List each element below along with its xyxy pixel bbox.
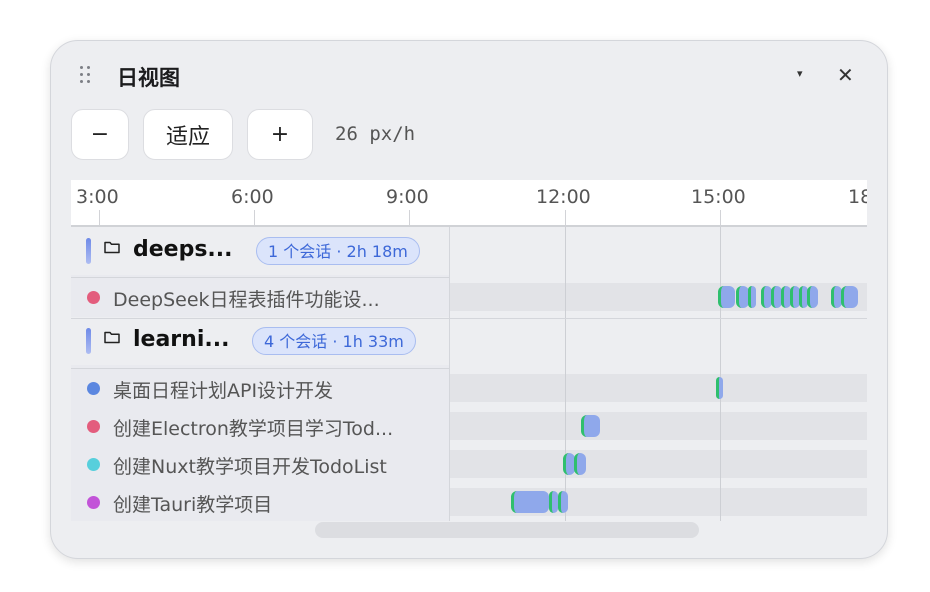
session-row[interactable]: 创建Nuxt教学项目开发TodoList xyxy=(71,445,450,483)
session-row[interactable]: 创建Electron教学项目学习Tod... xyxy=(71,407,450,445)
ruler-tick: 3:00 xyxy=(76,186,119,208)
session-color-dot xyxy=(87,496,100,509)
session-row[interactable]: 创建Tauri教学项目 xyxy=(71,483,450,521)
session-color-dot xyxy=(87,291,100,304)
group-divider xyxy=(71,318,867,319)
row-divider xyxy=(71,368,450,369)
session-title: 创建Tauri教学项目 xyxy=(113,494,273,516)
session-segment[interactable] xyxy=(718,286,735,308)
chevron-down-icon[interactable]: ▾ xyxy=(797,67,803,80)
project-group-header[interactable]: deeps... 1 个会话 · 2h 18m xyxy=(71,227,450,275)
group-accent xyxy=(86,238,91,264)
zoom-level-label: 26 px/h xyxy=(335,123,416,145)
ruler-tick: 15:00 xyxy=(691,186,746,208)
panel-title: 日视图 xyxy=(117,66,180,90)
ruler-tick: 12:00 xyxy=(536,186,591,208)
session-title: DeepSeek日程表插件功能设... xyxy=(113,289,380,311)
close-icon[interactable]: ✕ xyxy=(837,63,854,87)
ruler-tick: 9:00 xyxy=(386,186,429,208)
session-segment[interactable] xyxy=(581,415,600,437)
drag-handle-icon[interactable] xyxy=(79,65,93,85)
zoom-out-button[interactable]: − xyxy=(71,109,129,160)
project-name: learni... xyxy=(133,327,230,352)
hour-gridline xyxy=(720,227,721,521)
time-ruler: 3:00 6:00 9:00 12:00 15:00 18 xyxy=(71,180,867,226)
session-segment[interactable] xyxy=(511,491,549,513)
session-row[interactable]: DeepSeek日程表插件功能设... xyxy=(71,278,450,316)
day-view-panel: 日视图 ▾ ✕ − 适应 + 26 px/h 3:00 6:00 9:00 12… xyxy=(50,40,888,559)
session-segment[interactable] xyxy=(748,286,756,308)
session-title: 创建Nuxt教学项目开发TodoList xyxy=(113,456,387,478)
session-segment[interactable] xyxy=(807,286,818,308)
session-color-dot xyxy=(87,458,100,471)
session-count-badge: 1 个会话 · 2h 18m xyxy=(256,237,420,265)
ruler-tick: 18 xyxy=(848,186,867,208)
folder-icon xyxy=(104,241,120,254)
session-count-badge: 4 个会话 · 1h 33m xyxy=(252,327,416,355)
fit-button[interactable]: 适应 xyxy=(143,109,233,160)
group-accent xyxy=(86,328,91,354)
timeline-area: deeps... 1 个会话 · 2h 18m DeepSeek日程表插件功能设… xyxy=(71,227,867,521)
timeline-lane xyxy=(450,450,867,478)
horizontal-scrollbar[interactable] xyxy=(315,522,699,538)
session-color-dot xyxy=(87,420,100,433)
project-group-header[interactable]: learni... 4 个会话 · 1h 33m xyxy=(71,317,450,365)
timeline-lane xyxy=(450,412,867,440)
session-title: 创建Electron教学项目学习Tod... xyxy=(113,418,394,440)
session-segment[interactable] xyxy=(558,491,568,513)
project-name: deeps... xyxy=(133,237,233,262)
folder-icon xyxy=(104,331,120,344)
session-label-column: deeps... 1 个会话 · 2h 18m DeepSeek日程表插件功能设… xyxy=(71,227,450,521)
ruler-tick: 6:00 xyxy=(231,186,274,208)
zoom-in-button[interactable]: + xyxy=(247,109,313,160)
session-segment[interactable] xyxy=(716,377,723,399)
session-row[interactable]: 桌面日程计划API设计开发 xyxy=(71,369,450,407)
timeline-lane xyxy=(450,374,867,402)
session-color-dot xyxy=(87,382,100,395)
column-divider xyxy=(449,227,450,521)
session-segment[interactable] xyxy=(841,286,858,308)
row-divider xyxy=(71,277,450,278)
session-segment[interactable] xyxy=(574,453,586,475)
session-segment[interactable] xyxy=(549,491,558,513)
session-title: 桌面日程计划API设计开发 xyxy=(113,380,334,402)
hour-gridline xyxy=(565,227,566,521)
